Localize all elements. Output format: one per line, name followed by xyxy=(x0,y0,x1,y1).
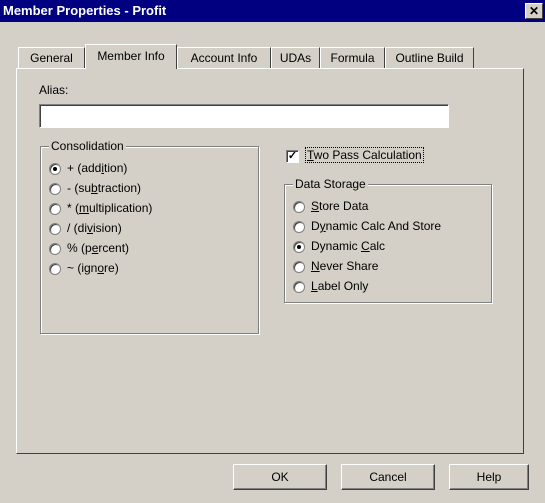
option-label: % (percent) xyxy=(67,241,130,255)
option-label: Dynamic Calc And Store xyxy=(311,219,442,233)
option-label: / (division) xyxy=(67,221,122,235)
radio-label-only[interactable]: Label Only xyxy=(293,278,368,294)
help-button[interactable]: Help xyxy=(449,464,529,490)
radio-never-share[interactable]: Never Share xyxy=(293,258,378,274)
option-label: ~ (ignore) xyxy=(67,261,119,275)
radio-addition[interactable]: + (addition) xyxy=(49,160,127,176)
close-icon[interactable]: ✕ xyxy=(525,3,543,19)
tab-member-info[interactable]: Member Info xyxy=(85,44,177,69)
consolidation-group: Consolidation + (addition) - (subtractio… xyxy=(40,139,259,334)
tab-account-info[interactable]: Account Info xyxy=(177,47,271,68)
data-storage-title: Data Storage xyxy=(293,177,368,191)
cancel-button[interactable]: Cancel xyxy=(341,464,435,490)
radio-dynamic-calc-and-store[interactable]: Dynamic Calc And Store xyxy=(293,218,441,234)
radio-button[interactable] xyxy=(49,242,61,255)
option-label: - (subtraction) xyxy=(67,181,142,195)
radio-button[interactable] xyxy=(293,220,305,233)
data-storage-group: Data Storage Store Data Dynamic Calc And… xyxy=(284,177,492,303)
alias-input[interactable] xyxy=(39,104,449,128)
member-properties-dialog: Member Properties - Profit ✕ General Mem… xyxy=(0,0,545,503)
window-title: Member Properties - Profit xyxy=(3,3,167,18)
radio-subtraction[interactable]: - (subtraction) xyxy=(49,180,141,196)
tab-outline-build[interactable]: Outline Build xyxy=(385,47,474,68)
radio-button[interactable] xyxy=(49,262,61,275)
radio-button[interactable] xyxy=(293,200,305,213)
radio-button[interactable] xyxy=(49,182,61,195)
ok-button[interactable]: OK xyxy=(233,464,327,490)
radio-button[interactable] xyxy=(49,222,61,235)
option-label: + (addition) xyxy=(67,161,128,175)
tab-general[interactable]: General xyxy=(18,47,85,68)
option-label: Never Share xyxy=(311,259,379,273)
two-pass-label[interactable]: Two Pass Calculation xyxy=(305,147,424,163)
radio-button[interactable] xyxy=(293,240,305,253)
title-bar: Member Properties - Profit ✕ xyxy=(0,0,545,22)
radio-button[interactable] xyxy=(293,260,305,273)
option-label: Label Only xyxy=(311,279,369,293)
radio-multiplication[interactable]: * (multiplication) xyxy=(49,200,152,216)
alias-label: Alias: xyxy=(39,83,69,97)
tab-formula[interactable]: Formula xyxy=(320,47,385,68)
option-label: * (multiplication) xyxy=(67,201,153,215)
radio-division[interactable]: / (division) xyxy=(49,220,122,236)
radio-button[interactable] xyxy=(49,202,61,215)
member-info-panel: Alias: Consolidation + (addition) - (sub… xyxy=(16,68,524,454)
radio-button[interactable] xyxy=(293,280,305,293)
two-pass-checkbox[interactable]: ✓ xyxy=(286,150,299,163)
radio-ignore[interactable]: ~ (ignore) xyxy=(49,260,119,276)
option-label: Dynamic Calc xyxy=(311,239,386,253)
tab-udas[interactable]: UDAs xyxy=(271,47,320,68)
radio-percent[interactable]: % (percent) xyxy=(49,240,129,256)
radio-dynamic-calc[interactable]: Dynamic Calc xyxy=(293,238,385,254)
option-label: Store Data xyxy=(311,199,369,213)
consolidation-title: Consolidation xyxy=(49,139,126,153)
radio-button[interactable] xyxy=(49,162,61,175)
radio-store-data[interactable]: Store Data xyxy=(293,198,368,214)
